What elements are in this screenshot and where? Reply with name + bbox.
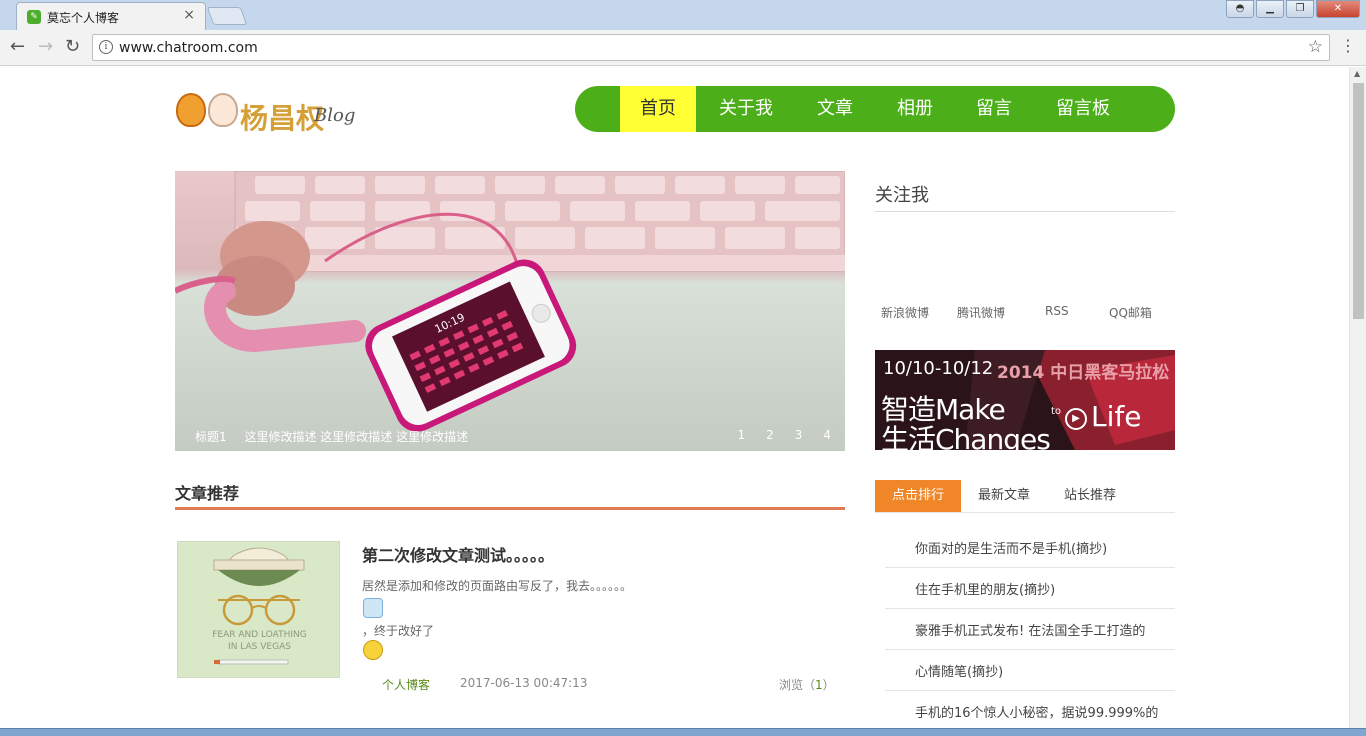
emoji-icon <box>363 598 383 618</box>
forward-arrow-icon[interactable]: → <box>38 36 53 57</box>
page-content: 杨昌权 Blog 首页 关于我 文章 相册 留言 留言板 10:19 标题1 这… <box>0 67 1349 728</box>
list-item[interactable]: 手机的16个惊人小秘密，据说99.999%的 <box>885 691 1175 728</box>
nav-album[interactable]: 相册 <box>880 86 950 132</box>
browser-menu-icon[interactable]: ⋮ <box>1340 36 1356 55</box>
main-navigation: 首页 关于我 文章 相册 留言 留言板 <box>575 86 1175 132</box>
rank-title[interactable]: 手机的16个惊人小秘密，据说99.999%的 <box>915 702 1158 721</box>
section-divider <box>175 507 845 510</box>
ad-to: to <box>1051 406 1062 417</box>
banner-slider[interactable]: 10:19 标题1 这里修改描述 这里修改描述 这里修改描述 1 2 3 4 <box>175 171 845 451</box>
browser-toolbar: ← → ↻ i www.chatroom.com ☆ ⋮ <box>0 30 1366 66</box>
logo-avatar-icon <box>208 93 238 127</box>
logo-name: 杨昌权 <box>240 102 325 135</box>
crying-face-icon <box>363 640 383 660</box>
window-controls: ◓ ▁ ❐ ✕ <box>1226 0 1360 20</box>
browser-tab-bar: ✎ 莫忘个人博客 × ◓ ▁ ❐ ✕ <box>0 0 1366 30</box>
article-description-2: ，终于改好了 <box>362 624 435 638</box>
ad-dates: 10/10-10/12 <box>883 358 994 379</box>
nav-articles[interactable]: 文章 <box>800 86 870 132</box>
logo-avatar-icon <box>176 93 206 127</box>
os-taskbar <box>0 728 1366 736</box>
nav-message[interactable]: 留言 <box>959 86 1029 132</box>
list-item[interactable]: 你面对的是生活而不是手机(摘抄) <box>885 527 1175 568</box>
banner-dot[interactable]: 2 <box>766 428 774 442</box>
ad-banner[interactable]: 10/10-10/12 2014 中日黑客马拉松 智造Make 生活Change… <box>875 350 1175 450</box>
views-label-close: ） <box>822 678 835 692</box>
url-text[interactable]: www.chatroom.com <box>119 40 258 56</box>
site-logo[interactable]: 杨昌权 Blog <box>176 87 356 137</box>
rank-title[interactable]: 住在手机里的朋友(摘抄) <box>915 579 1055 598</box>
nav-about[interactable]: 关于我 <box>705 86 787 132</box>
nav-home[interactable]: 首页 <box>620 86 696 132</box>
tab-title: 莫忘个人博客 <box>47 11 120 25</box>
logo-blog: Blog <box>314 105 356 126</box>
social-rss[interactable]: RSS <box>1045 304 1069 318</box>
back-arrow-icon[interactable]: ← <box>10 36 25 57</box>
banner-dot[interactable]: 4 <box>823 428 831 442</box>
address-bar[interactable]: i www.chatroom.com ☆ <box>92 34 1330 61</box>
info-icon[interactable]: i <box>99 40 113 54</box>
site-favicon-icon: ✎ <box>27 10 41 24</box>
banner-caption: 标题1 这里修改描述 这里修改描述 这里修改描述 <box>195 428 468 445</box>
play-icon[interactable]: ▶ <box>1065 408 1087 430</box>
article-title[interactable]: 第二次修改文章测试。。。。。 <box>362 542 554 566</box>
rank-title[interactable]: 你面对的是生活而不是手机(摘抄) <box>915 538 1107 557</box>
banner-pager: 1 2 3 4 <box>737 428 831 442</box>
article-date: 2017-06-13 00:47:13 <box>460 676 588 690</box>
ad-line2: 生活Changes <box>881 423 1051 450</box>
views-count: 1 <box>815 678 823 692</box>
bookmark-star-icon[interactable]: ☆ <box>1308 37 1323 57</box>
article-description: 居然是添加和修改的页面路由写反了，我去。。。。。。 <box>362 579 633 593</box>
browser-tab[interactable]: ✎ 莫忘个人博客 × <box>16 2 206 30</box>
article-views: 浏览（1） <box>779 676 835 693</box>
tab-hot-ranking[interactable]: 点击排行 <box>875 480 961 512</box>
thumb-line2: IN LAS VEGAS <box>228 642 291 652</box>
new-tab-button[interactable] <box>206 7 248 25</box>
reload-icon[interactable]: ↻ <box>65 36 80 57</box>
restore-button[interactable]: ❐ <box>1286 0 1314 18</box>
list-item[interactable]: 心情随笔(摘抄) <box>885 650 1175 691</box>
section-title: 文章推荐 <box>175 484 240 503</box>
list-item[interactable]: 住在手机里的朋友(摘抄) <box>885 568 1175 609</box>
rank-title[interactable]: 心情随笔(摘抄) <box>915 661 1003 680</box>
tab-latest[interactable]: 最新文章 <box>967 480 1041 512</box>
ad-life: Life <box>1091 400 1142 433</box>
social-weibo[interactable]: 新浪微博 <box>881 304 929 321</box>
banner-image: 10:19 <box>175 171 845 451</box>
banner-dot[interactable]: 1 <box>737 428 745 442</box>
banner-title: 标题1 <box>195 430 227 444</box>
social-tencent[interactable]: 腾讯微博 <box>957 304 1005 321</box>
views-label: 浏览（ <box>779 678 816 692</box>
sidebar-tabs: 点击排行 最新文章 站长推荐 <box>875 480 1175 513</box>
page-scrollbar[interactable]: ▲ <box>1349 67 1366 728</box>
social-qqmail[interactable]: QQ邮箱 <box>1109 304 1152 321</box>
hat-glasses-illustration <box>213 547 305 665</box>
list-item[interactable]: 豪雅手机正式发布! 在法国全手工打造的 <box>885 609 1175 650</box>
close-tab-icon[interactable]: × <box>183 7 195 23</box>
scroll-thumb[interactable] <box>1353 83 1364 319</box>
follow-divider <box>875 211 1175 212</box>
nav-guestbook[interactable]: 留言板 <box>1045 86 1121 132</box>
article-category[interactable]: 个人博客 <box>382 676 430 693</box>
thumb-line1: FEAR AND LOATHING <box>212 630 307 640</box>
close-window-button[interactable]: ✕ <box>1316 0 1360 18</box>
minimize-button[interactable]: ▁ <box>1256 0 1284 18</box>
scroll-up-icon[interactable]: ▲ <box>1354 69 1360 78</box>
rank-title[interactable]: 豪雅手机正式发布! 在法国全手工打造的 <box>915 620 1145 639</box>
follow-title: 关注我 <box>875 185 929 206</box>
user-icon[interactable]: ◓ <box>1226 0 1254 18</box>
tab-recommended[interactable]: 站长推荐 <box>1053 480 1127 512</box>
banner-description: 这里修改描述 这里修改描述 这里修改描述 <box>244 430 469 444</box>
article-thumbnail[interactable]: FEAR AND LOATHING IN LAS VEGAS <box>177 541 340 678</box>
banner-dot[interactable]: 3 <box>795 428 803 442</box>
ad-title: 2014 中日黑客马拉松 <box>997 363 1170 383</box>
